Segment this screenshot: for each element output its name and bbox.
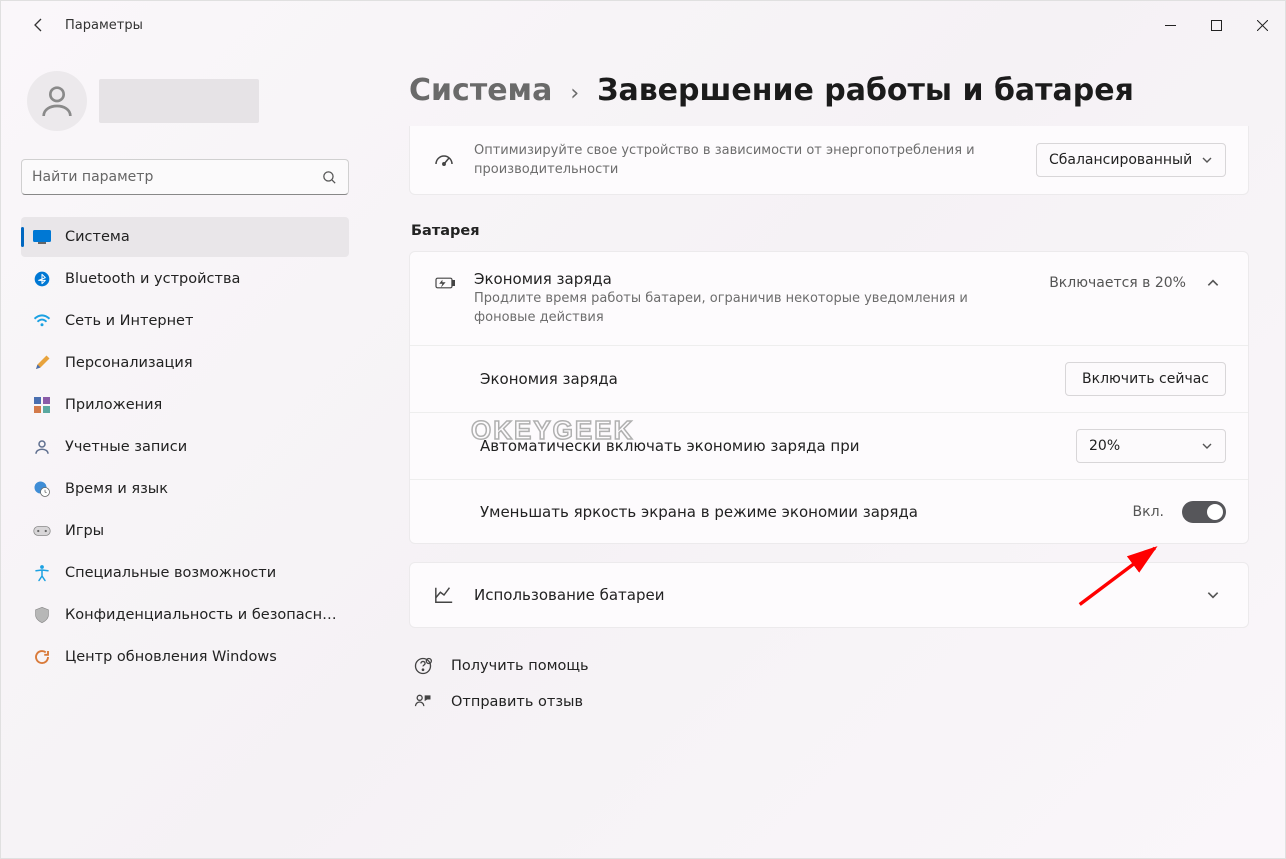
- close-button[interactable]: [1239, 9, 1285, 41]
- user-name-placeholder: [99, 79, 259, 123]
- minimize-icon: [1165, 20, 1176, 31]
- nav-item-label: Приложения: [65, 397, 162, 413]
- battery-saver-desc: Продлите время работы батареи, ограничив…: [474, 290, 1031, 328]
- nav-item-label: Специальные возможности: [65, 565, 276, 581]
- window-buttons: [1147, 9, 1285, 41]
- dim-brightness-row: Уменьшать яркость экрана в режиме эконом…: [410, 479, 1248, 543]
- breadcrumb: Система › Завершение работы и батарея: [409, 73, 1249, 108]
- person-icon: [37, 81, 77, 121]
- main-panel: Система › Завершение работы и батарея Оп…: [361, 49, 1285, 858]
- wifi-icon: [33, 312, 51, 330]
- shield-icon: [33, 606, 51, 624]
- nav-item-label: Система: [65, 229, 130, 245]
- nav-item-windows-update[interactable]: Центр обновления Windows: [21, 637, 349, 677]
- breadcrumb-root[interactable]: Система: [409, 73, 552, 108]
- avatar: [27, 71, 87, 131]
- accessibility-icon: [33, 564, 51, 582]
- page-title: Завершение работы и батарея: [597, 73, 1134, 108]
- feedback-icon: [413, 692, 433, 712]
- enable-now-row: Экономия заряда Включить сейчас: [410, 345, 1248, 412]
- battery-saver-title: Экономия заряда: [474, 270, 1031, 288]
- nav-item-time-language[interactable]: Время и язык: [21, 469, 349, 509]
- nav-item-label: Учетные записи: [65, 439, 187, 455]
- nav-item-label: Сеть и Интернет: [65, 313, 193, 329]
- back-button[interactable]: [21, 7, 57, 43]
- titlebar: Параметры: [1, 1, 1285, 49]
- nav-item-accounts[interactable]: Учетные записи: [21, 427, 349, 467]
- chevron-right-icon: ›: [570, 81, 579, 106]
- nav-item-label: Время и язык: [65, 481, 168, 497]
- dim-brightness-state: Вкл.: [1133, 504, 1164, 520]
- search-input[interactable]: [32, 169, 321, 185]
- search-icon: [321, 169, 338, 186]
- nav-item-label: Персонализация: [65, 355, 193, 371]
- dim-brightness-title: Уменьшать яркость экрана в режиме эконом…: [480, 503, 1115, 521]
- chevron-down-icon: [1201, 440, 1213, 452]
- arrow-left-icon: [31, 17, 47, 33]
- nav-item-label: Конфиденциальность и безопасность: [65, 607, 337, 623]
- apps-icon: [33, 396, 51, 414]
- enable-now-title: Экономия заряда: [480, 370, 1047, 388]
- system-icon: [33, 228, 51, 246]
- user-block[interactable]: [21, 59, 349, 155]
- get-help-link[interactable]: Получить помощь: [413, 656, 1249, 676]
- nav-item-network[interactable]: Сеть и Интернет: [21, 301, 349, 341]
- auto-enable-select[interactable]: 20%: [1076, 429, 1226, 463]
- power-mode-select[interactable]: Сбалансированный: [1036, 143, 1226, 177]
- battery-usage-title: Использование батареи: [474, 586, 1182, 604]
- footer-links: Получить помощь Отправить отзыв: [409, 656, 1249, 712]
- chevron-up-icon: [1200, 270, 1226, 296]
- nav-item-label: Центр обновления Windows: [65, 649, 277, 665]
- nav-item-system[interactable]: Система: [21, 217, 349, 257]
- close-icon: [1257, 20, 1268, 31]
- nav-item-label: Bluetooth и устройства: [65, 271, 240, 287]
- chart-icon: [432, 585, 456, 605]
- nav-item-label: Игры: [65, 523, 104, 539]
- power-mode-value: Сбалансированный: [1049, 152, 1192, 168]
- maximize-button[interactable]: [1193, 9, 1239, 41]
- nav-item-personalization[interactable]: Персонализация: [21, 343, 349, 383]
- auto-enable-row: Автоматически включать экономию заряда п…: [410, 412, 1248, 479]
- chevron-down-icon: [1200, 582, 1226, 608]
- battery-saver-status: Включается в 20%: [1049, 275, 1186, 291]
- nav-item-accessibility[interactable]: Специальные возможности: [21, 553, 349, 593]
- update-icon: [33, 648, 51, 666]
- maximize-icon: [1211, 20, 1222, 31]
- battery-saver-card: Экономия заряда Продлите время работы ба…: [409, 251, 1249, 545]
- battery-usage-card[interactable]: Использование батареи: [409, 562, 1249, 628]
- feedback-link[interactable]: Отправить отзыв: [413, 692, 1249, 712]
- sidebar: Система Bluetooth и устройства Сеть и Ин…: [1, 49, 361, 858]
- power-mode-desc: Оптимизируйте свое устройство в зависимо…: [474, 142, 1018, 180]
- battery-saver-row[interactable]: Экономия заряда Продлите время работы ба…: [410, 252, 1248, 346]
- nav: Система Bluetooth и устройства Сеть и Ин…: [21, 217, 349, 677]
- battery-saver-icon: [432, 274, 456, 292]
- gauge-icon: [432, 148, 456, 172]
- auto-enable-title: Автоматически включать экономию заряда п…: [480, 437, 1058, 455]
- dim-brightness-toggle[interactable]: [1182, 501, 1226, 523]
- globe-clock-icon: [33, 480, 51, 498]
- window-title: Параметры: [65, 18, 143, 33]
- minimize-button[interactable]: [1147, 9, 1193, 41]
- power-mode-card[interactable]: Оптимизируйте свое устройство в зависимо…: [409, 126, 1249, 195]
- section-battery-label: Батарея: [411, 223, 1249, 239]
- account-icon: [33, 438, 51, 456]
- search-box[interactable]: [21, 159, 349, 195]
- nav-item-gaming[interactable]: Игры: [21, 511, 349, 551]
- auto-enable-value: 20%: [1089, 438, 1120, 454]
- bluetooth-icon: [33, 270, 51, 288]
- get-help-label: Получить помощь: [451, 658, 589, 674]
- nav-item-bluetooth[interactable]: Bluetooth и устройства: [21, 259, 349, 299]
- chevron-down-icon: [1201, 154, 1213, 166]
- help-icon: [413, 656, 433, 676]
- enable-now-button[interactable]: Включить сейчас: [1065, 362, 1226, 396]
- nav-item-privacy[interactable]: Конфиденциальность и безопасность: [21, 595, 349, 635]
- brush-icon: [33, 354, 51, 372]
- feedback-label: Отправить отзыв: [451, 694, 583, 710]
- nav-item-apps[interactable]: Приложения: [21, 385, 349, 425]
- gamepad-icon: [33, 522, 51, 540]
